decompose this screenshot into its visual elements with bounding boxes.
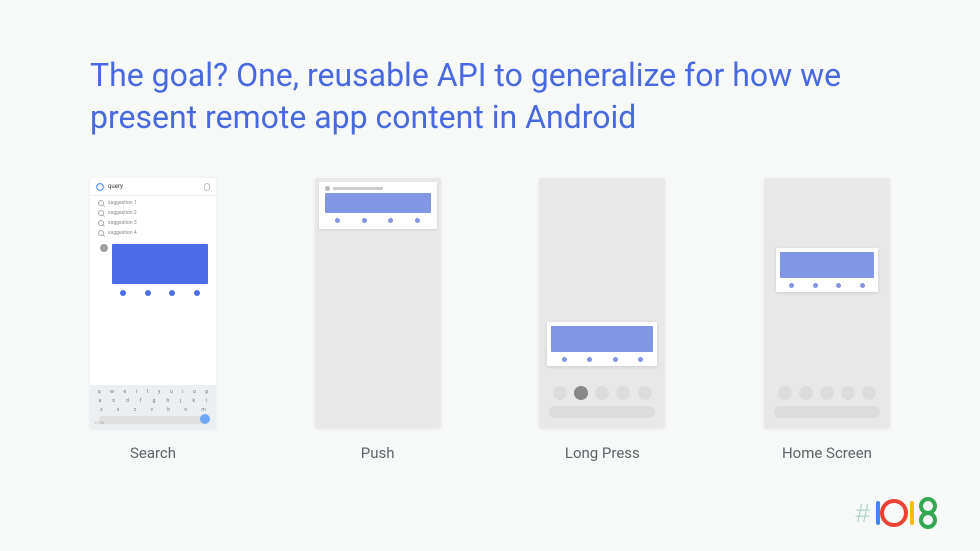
suggestion-item[interactable]: suggestion 1 bbox=[90, 198, 216, 208]
suggestion-label: suggestion 1 bbox=[108, 200, 137, 206]
phone-homescreen bbox=[764, 178, 890, 428]
launcher-app-icon[interactable] bbox=[638, 386, 652, 400]
search-icon bbox=[98, 200, 104, 206]
phone-push bbox=[315, 178, 441, 428]
keyboard-time: 11:23 bbox=[94, 420, 104, 425]
slice-image bbox=[551, 326, 653, 352]
io18-logo: # bbox=[856, 495, 944, 529]
launcher-app-row bbox=[539, 386, 665, 400]
keyboard-row: asdfghjkl bbox=[93, 398, 213, 404]
search-bar[interactable]: query bbox=[90, 178, 216, 196]
suggestion-list: suggestion 1 suggestion 2 suggestion 3 s… bbox=[90, 196, 216, 240]
card-homescreen: Home Screen bbox=[764, 178, 890, 462]
homescreen-slice-widget[interactable] bbox=[776, 248, 878, 292]
voice-input-icon[interactable] bbox=[200, 414, 210, 424]
slice-image bbox=[325, 193, 431, 213]
suggestion-item[interactable]: suggestion 3 bbox=[90, 218, 216, 228]
suggestion-label: suggestion 4 bbox=[108, 230, 137, 236]
launcher-app-icon[interactable] bbox=[799, 386, 813, 400]
search-icon bbox=[98, 230, 104, 236]
hash-icon: # bbox=[856, 498, 870, 529]
launcher-app-icon[interactable] bbox=[778, 386, 792, 400]
launcher-app-icon[interactable] bbox=[820, 386, 834, 400]
card-caption: Push bbox=[361, 444, 395, 462]
card-caption: Home Screen bbox=[782, 444, 872, 462]
slice-actions bbox=[112, 284, 208, 296]
search-query-text: query bbox=[108, 183, 204, 190]
slice-actions bbox=[551, 352, 653, 362]
launcher-app-icon[interactable] bbox=[553, 386, 567, 400]
card-search: query suggestion 1 suggestion 2 suggesti… bbox=[90, 178, 216, 462]
launcher-app-row bbox=[764, 386, 890, 400]
slice-preview[interactable] bbox=[112, 244, 208, 296]
mic-icon[interactable] bbox=[204, 183, 210, 191]
slice-actions bbox=[780, 278, 874, 288]
launcher-search-pill[interactable] bbox=[774, 406, 880, 418]
launcher-app-icon[interactable] bbox=[616, 386, 630, 400]
notification-slice[interactable] bbox=[319, 182, 437, 229]
launcher-app-icon[interactable] bbox=[574, 386, 588, 400]
suggestion-item[interactable]: suggestion 4 bbox=[90, 228, 216, 238]
card-caption: Long Press bbox=[565, 444, 640, 462]
keyboard-row: zxcvbnm bbox=[93, 407, 213, 413]
suggestion-item[interactable]: suggestion 2 bbox=[90, 208, 216, 218]
io18-glyph-icon bbox=[874, 495, 944, 529]
card-longpress: Long Press bbox=[539, 178, 665, 462]
suggestion-label: suggestion 2 bbox=[108, 210, 137, 216]
keyboard[interactable]: qwertyuiop asdfghjkl zxcvbnm 11:23 bbox=[90, 385, 216, 428]
slide-title: The goal? One, reusable API to generaliz… bbox=[90, 55, 880, 138]
slide: The goal? One, reusable API to generaliz… bbox=[0, 0, 980, 551]
slice-image bbox=[112, 244, 208, 284]
spacebar[interactable] bbox=[99, 416, 207, 424]
slice-image bbox=[780, 252, 874, 278]
phone-search: query suggestion 1 suggestion 2 suggesti… bbox=[90, 178, 216, 428]
search-icon bbox=[98, 220, 104, 226]
app-icon bbox=[325, 186, 330, 191]
notification-title-placeholder bbox=[333, 187, 383, 190]
launcher-search-pill[interactable] bbox=[549, 406, 655, 418]
longpress-slice[interactable] bbox=[547, 322, 657, 366]
card-caption: Search bbox=[130, 444, 176, 462]
app-icon bbox=[100, 244, 108, 252]
search-icon bbox=[98, 210, 104, 216]
launcher-app-icon[interactable] bbox=[841, 386, 855, 400]
phone-longpress bbox=[539, 178, 665, 428]
card-push: Push bbox=[315, 178, 441, 462]
suggestion-label: suggestion 3 bbox=[108, 220, 137, 226]
keyboard-row: qwertyuiop bbox=[93, 389, 213, 395]
launcher-app-icon[interactable] bbox=[862, 386, 876, 400]
launcher-app-icon[interactable] bbox=[595, 386, 609, 400]
google-g-icon bbox=[96, 183, 104, 191]
slice-actions bbox=[325, 213, 431, 223]
cards-row: query suggestion 1 suggestion 2 suggesti… bbox=[90, 178, 890, 462]
